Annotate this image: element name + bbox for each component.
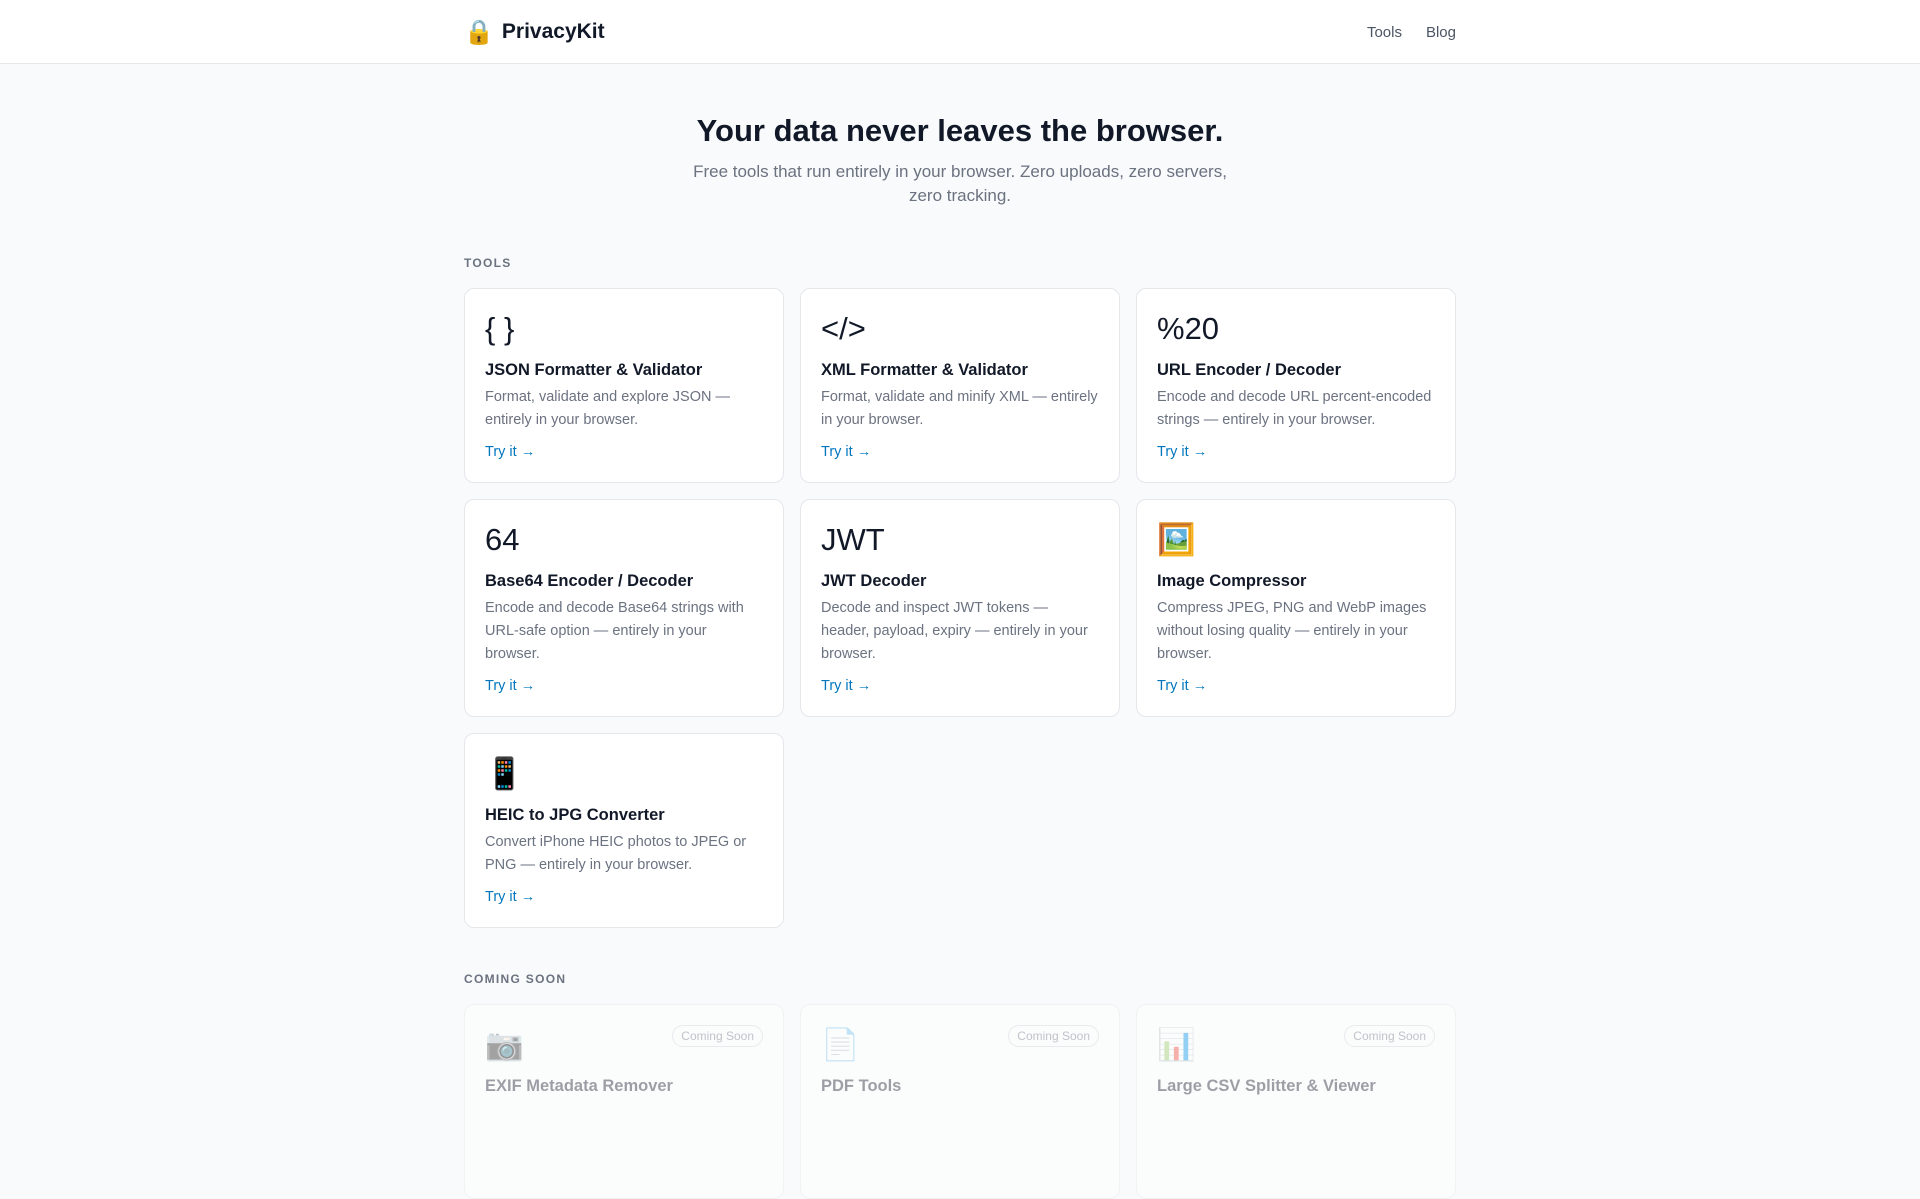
coming-soon-badge: Coming Soon — [1344, 1025, 1435, 1047]
tool-title: Image Compressor — [1157, 572, 1307, 590]
try-it-link[interactable]: Try it → — [485, 442, 763, 462]
tool-card[interactable]: 📱 HEIC to JPG Converter Convert iPhone H… — [464, 733, 784, 928]
try-it-link[interactable]: Try it → — [1157, 442, 1435, 462]
tool-description: Format, validate and explore JSON — enti… — [485, 389, 730, 428]
logo[interactable]: 🔒 PrivacyKit — [464, 18, 605, 47]
coming-soon-section-label: COMING SOON — [464, 972, 567, 986]
tool-title: JSON Formatter & Validator — [485, 361, 703, 379]
hero-subtitle: Free tools that run entirely in your bro… — [693, 162, 1227, 205]
tool-icon: { } — [485, 311, 515, 346]
coming-soon-badge: Coming Soon — [672, 1025, 763, 1047]
tool-icon: %20 — [1157, 311, 1220, 346]
site-header: 🔒 PrivacyKit Tools Blog — [0, 0, 1920, 64]
try-it-link[interactable]: Try it → — [1157, 676, 1435, 696]
tool-title: XML Formatter & Validator — [821, 361, 1028, 379]
tool-description: Encode and decode Base64 strings with UR… — [485, 600, 744, 662]
tool-description: Format, validate and minify XML — entire… — [821, 389, 1098, 428]
tools-grid: { } JSON Formatter & Validator Format, v… — [464, 288, 1456, 928]
tool-card[interactable]: </> XML Formatter & Validator Format, va… — [800, 288, 1120, 483]
tool-icon: 📱 — [485, 756, 524, 791]
main-nav: Tools Blog — [1367, 24, 1456, 41]
tool-title: HEIC to JPG Converter — [485, 806, 665, 824]
brand-name: PrivacyKit — [501, 20, 605, 43]
nav-blog[interactable]: Blog — [1426, 24, 1456, 41]
hero: Your data never leaves the browser. Free… — [464, 64, 1456, 208]
tool-icon: 🖼️ — [1157, 522, 1196, 557]
coming-soon-card: Coming Soon 📊 Large CSV Splitter & Viewe… — [1136, 1004, 1456, 1199]
tool-title: Large CSV Splitter & Viewer — [1157, 1077, 1376, 1095]
hero-title: Your data never leaves the browser. — [696, 113, 1224, 148]
tools-section-label: TOOLS — [464, 256, 512, 270]
tool-description: Convert iPhone HEIC photos to JPEG or PN… — [485, 834, 747, 873]
coming-soon-grid: Coming Soon 📷 EXIF Metadata Remover Comi… — [464, 1004, 1456, 1199]
lock-icon: 🔒 — [464, 18, 494, 46]
tool-description: Compress JPEG, PNG and WebP images witho… — [1157, 600, 1427, 662]
tool-description: Decode and inspect JWT tokens — header, … — [821, 600, 1088, 662]
tool-title: EXIF Metadata Remover — [485, 1077, 673, 1095]
coming-soon-card: Coming Soon 📄 PDF Tools — [800, 1004, 1120, 1199]
tool-title: JWT Decoder — [821, 572, 927, 590]
tool-icon: </> — [821, 311, 866, 346]
tool-card[interactable]: %20 URL Encoder / Decoder Encode and dec… — [1136, 288, 1456, 483]
tool-description: Encode and decode URL percent-encoded st… — [1157, 389, 1432, 428]
coming-soon-badge: Coming Soon — [1008, 1025, 1099, 1047]
coming-soon-card: Coming Soon 📷 EXIF Metadata Remover — [464, 1004, 784, 1199]
tool-icon: 64 — [485, 522, 520, 557]
tool-card[interactable]: 64 Base64 Encoder / Decoder Encode and d… — [464, 499, 784, 717]
tool-title: URL Encoder / Decoder — [1157, 361, 1341, 379]
nav-tools[interactable]: Tools — [1367, 24, 1402, 41]
tool-card[interactable]: 🖼️ Image Compressor Compress JPEG, PNG a… — [1136, 499, 1456, 717]
try-it-link[interactable]: Try it → — [821, 442, 1099, 462]
try-it-link[interactable]: Try it → — [821, 676, 1099, 696]
tool-title: PDF Tools — [821, 1077, 902, 1095]
tool-icon: JWT — [821, 522, 885, 557]
try-it-link[interactable]: Try it → — [485, 676, 763, 696]
tool-card[interactable]: JWT JWT Decoder Decode and inspect JWT t… — [800, 499, 1120, 717]
tool-card[interactable]: { } JSON Formatter & Validator Format, v… — [464, 288, 784, 483]
try-it-link[interactable]: Try it → — [485, 887, 763, 907]
tool-title: Base64 Encoder / Decoder — [485, 572, 694, 590]
